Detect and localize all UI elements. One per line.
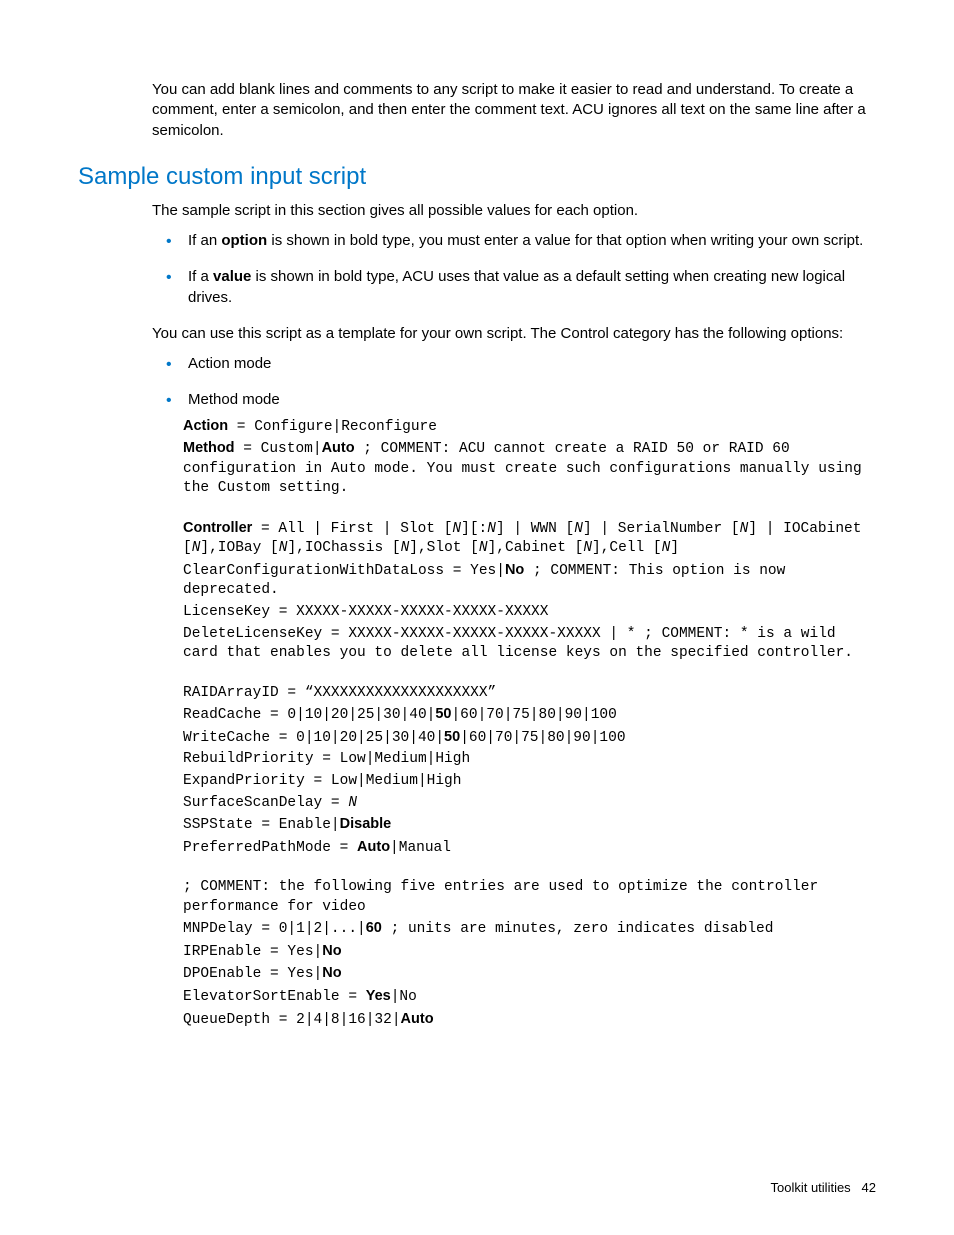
- text: = Configure|Reconfigure: [228, 419, 437, 435]
- bold-text: option: [221, 232, 267, 249]
- text: PreferredPathMode =: [183, 840, 357, 856]
- text: ],Cell [: [592, 540, 662, 556]
- bold-keyword: Controller: [183, 520, 252, 536]
- text: WriteCache = 0|10|20|25|30|40|: [183, 730, 444, 746]
- bold-keyword: Action: [183, 418, 228, 434]
- bold-keyword: Yes: [366, 988, 391, 1004]
- list-item: If an option is shown in bold type, you …: [188, 231, 876, 251]
- bold-keyword: Disable: [340, 816, 392, 832]
- code-line: ElevatorSortEnable = Yes|No: [183, 987, 876, 1008]
- bold-text: value: [213, 268, 251, 285]
- code-line: MNPDelay = 0|1|2|...|60 ; units are minu…: [183, 919, 876, 940]
- text: = Custom|: [235, 441, 322, 457]
- list-item: If a value is shown in bold type, ACU us…: [188, 267, 876, 308]
- code-line: ExpandPriority = Low|Medium|High: [183, 772, 876, 792]
- code-line: RebuildPriority = Low|Medium|High: [183, 750, 876, 770]
- text: If an: [188, 232, 221, 249]
- text: |Manual: [390, 840, 451, 856]
- text: ; units are minutes, zero indicates disa…: [382, 921, 774, 937]
- code-line: ; COMMENT: the following five entries ar…: [183, 878, 876, 917]
- code-line: Action = Configure|Reconfigure: [183, 417, 876, 438]
- italic-var: N: [574, 521, 583, 537]
- intro-paragraph: You can add blank lines and comments to …: [152, 80, 876, 141]
- text: ] | SerialNumber [: [583, 521, 740, 537]
- list-item: Method mode: [188, 390, 876, 410]
- bold-keyword: Auto: [401, 1011, 434, 1027]
- text: SurfaceScanDelay =: [183, 795, 348, 811]
- code-line: Method = Custom|Auto ; COMMENT: ACU cann…: [183, 439, 876, 499]
- code-line: WriteCache = 0|10|20|25|30|40|50|60|70|7…: [183, 728, 876, 749]
- text: is shown in bold type, ACU uses that val…: [188, 268, 845, 305]
- bold-keyword: Auto: [322, 440, 355, 456]
- code-line: PreferredPathMode = Auto|Manual: [183, 838, 876, 859]
- text: ReadCache = 0|10|20|25|30|40|: [183, 707, 435, 723]
- italic-var: N: [348, 795, 357, 811]
- bold-keyword: No: [322, 965, 341, 981]
- italic-var: N: [401, 540, 410, 556]
- code-line: DPOEnable = Yes|No: [183, 964, 876, 985]
- text: ],IOBay [: [200, 540, 278, 556]
- italic-var: N: [740, 521, 749, 537]
- text: MNPDelay = 0|1|2|...|: [183, 921, 366, 937]
- italic-var: N: [487, 521, 496, 537]
- bullet-list: Action mode Method mode: [152, 354, 876, 411]
- text: If a: [188, 268, 213, 285]
- bullet-list: If an option is shown in bold type, you …: [152, 231, 876, 308]
- code-line: SSPState = Enable|Disable: [183, 815, 876, 836]
- text: IRPEnable = Yes|: [183, 944, 322, 960]
- text: ] | WWN [: [496, 521, 574, 537]
- bold-keyword: 50: [444, 729, 460, 745]
- text: ClearConfigurationWithDataLoss = Yes|: [183, 563, 505, 579]
- text: QueueDepth = 2|4|8|16|32|: [183, 1012, 401, 1028]
- footer-label: Toolkit utilities: [770, 1180, 850, 1195]
- text: DPOEnable = Yes|: [183, 966, 322, 982]
- code-line: RAIDArrayID = “XXXXXXXXXXXXXXXXXXXX”: [183, 684, 876, 704]
- bold-keyword: 50: [435, 706, 451, 722]
- code-line: SurfaceScanDelay = N: [183, 794, 876, 814]
- code-line: Controller = All | First | Slot [N][:N] …: [183, 519, 876, 559]
- page-footer: Toolkit utilities 42: [770, 1180, 876, 1195]
- italic-var: N: [583, 540, 592, 556]
- text: is shown in bold type, you must enter a …: [267, 232, 863, 249]
- text: ]: [670, 540, 679, 556]
- bold-keyword: Method: [183, 440, 235, 456]
- code-line: LicenseKey = XXXXX-XXXXX-XXXXX-XXXXX-XXX…: [183, 603, 876, 623]
- text: ],Slot [: [409, 540, 479, 556]
- text: |60|70|75|80|90|100: [451, 707, 616, 723]
- paragraph: You can use this script as a template fo…: [152, 324, 876, 344]
- section-heading: Sample custom input script: [78, 163, 876, 191]
- paragraph: The sample script in this section gives …: [152, 201, 876, 221]
- bold-keyword: 60: [366, 920, 382, 936]
- page-number: 42: [862, 1180, 876, 1195]
- code-line: QueueDepth = 2|4|8|16|32|Auto: [183, 1010, 876, 1031]
- bold-keyword: No: [505, 562, 524, 578]
- text: ][:: [461, 521, 487, 537]
- code-line: ReadCache = 0|10|20|25|30|40|50|60|70|75…: [183, 705, 876, 726]
- document-page: You can add blank lines and comments to …: [0, 0, 954, 1235]
- text: ElevatorSortEnable =: [183, 989, 366, 1005]
- code-block: Action = Configure|Reconfigure Method = …: [183, 417, 876, 1031]
- text: |60|70|75|80|90|100: [460, 730, 625, 746]
- text: |No: [391, 989, 417, 1005]
- text: ],Cabinet [: [488, 540, 584, 556]
- bold-keyword: Auto: [357, 839, 390, 855]
- italic-var: N: [452, 521, 461, 537]
- text: ],IOChassis [: [287, 540, 400, 556]
- italic-var: N: [479, 540, 488, 556]
- code-line: IRPEnable = Yes|No: [183, 942, 876, 963]
- list-item: Action mode: [188, 354, 876, 374]
- bold-keyword: No: [322, 943, 341, 959]
- code-line: ClearConfigurationWithDataLoss = Yes|No …: [183, 561, 876, 601]
- text: SSPState = Enable|: [183, 817, 340, 833]
- code-line: DeleteLicenseKey = XXXXX-XXXXX-XXXXX-XXX…: [183, 625, 876, 664]
- text: = All | First | Slot [: [252, 521, 452, 537]
